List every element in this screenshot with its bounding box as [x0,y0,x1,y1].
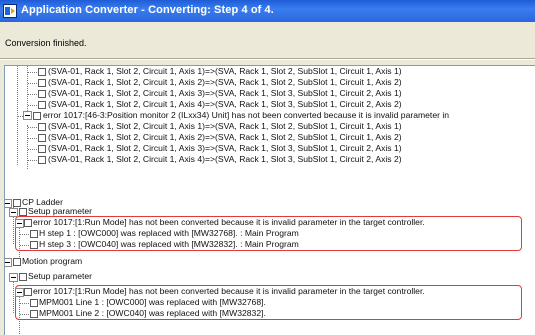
tree-row[interactable]: Setup parameter [5,206,535,217]
tree-item-label: error 1017:[46-3:Position monitor 2 (ILx… [43,110,450,120]
tree-row[interactable]: H step 3 : [OWC040] was replaced with [M… [5,239,535,250]
collapse-toggle-icon[interactable] [5,258,12,267]
collapse-toggle-icon[interactable] [15,219,24,228]
tree-item-label: (SVA-01, Rack 1, Slot 2, Circuit 1, Axis… [48,143,402,153]
tree-row[interactable]: H step 1 : [OWC000] was replaced with [M… [5,228,535,239]
tree-item-label: MPM001 Line 2 : [OWC040] was replaced wi… [39,308,266,318]
tree-row[interactable]: (SVA-01, Rack 1, Slot 2, Circuit 1, Axis… [5,99,535,110]
tree-line [28,138,37,139]
tree-row[interactable]: (SVA-01, Rack 1, Slot 2, Circuit 1, Axis… [5,121,535,132]
checkbox[interactable] [33,112,41,120]
tree-row[interactable]: error 1017:[1:Run Mode] has not been con… [5,217,535,228]
tree-item-label: (SVA-01, Rack 1, Slot 2, Circuit 1, Axis… [48,154,402,164]
checkbox[interactable] [38,79,46,87]
app-converter-icon [3,4,17,18]
tree-line [28,72,37,73]
tree-line [28,83,37,84]
tree-row[interactable]: (SVA-01, Rack 1, Slot 2, Circuit 1, Axis… [5,154,535,165]
tree-row[interactable]: (SVA-01, Rack 1, Slot 2, Circuit 1, Axis… [5,66,535,77]
checkbox[interactable] [19,273,27,281]
collapse-toggle-icon[interactable] [15,288,24,297]
tree-item-label: (SVA-01, Rack 1, Slot 2, Circuit 1, Axis… [48,77,402,87]
tree-line [28,149,37,150]
tree-row[interactable]: error 1017:[46-3:Position monitor 2 (ILx… [5,110,535,121]
conversion-log-tree[interactable]: (SVA-01, Rack 1, Slot 2, Circuit 1, Axis… [4,65,535,335]
tree-line [20,234,29,235]
window-title: Application Converter - Converting: Step… [21,4,274,16]
tree-row[interactable]: Setup parameter [5,271,535,282]
checkbox[interactable] [38,123,46,131]
tree-item-label: (SVA-01, Rack 1, Slot 2, Circuit 1, Axis… [48,88,402,98]
checkbox[interactable] [38,145,46,153]
checkbox[interactable] [38,68,46,76]
title-bar[interactable]: Application Converter - Converting: Step… [0,0,535,22]
checkbox[interactable] [24,288,32,296]
tree-item-label: H step 3 : [OWC040] was replaced with [M… [39,239,299,249]
tree-line [28,127,37,128]
tree-line [20,314,29,315]
checkbox[interactable] [19,208,27,216]
checkbox[interactable] [38,134,46,142]
tree-item-label: error 1017:[1:Run Mode] has not been con… [33,217,425,227]
tree-row[interactable]: (SVA-01, Rack 1, Slot 2, Circuit 1, Axis… [5,132,535,143]
tree-row[interactable]: error 1017:[1:Run Mode] has not been con… [5,286,535,297]
tree-line [28,105,37,106]
tree-line [20,245,29,246]
tree-item-label: Setup parameter [28,206,93,216]
tree-item-label: (SVA-01, Rack 1, Slot 2, Circuit 1, Axis… [48,66,402,76]
tree-row[interactable]: MPM001 Line 2 : [OWC040] was replaced wi… [5,308,535,319]
checkbox[interactable] [38,101,46,109]
tree-row[interactable]: (SVA-01, Rack 1, Slot 2, Circuit 1, Axis… [5,77,535,88]
checkbox[interactable] [24,219,32,227]
tree-item-label: (SVA-01, Rack 1, Slot 2, Circuit 1, Axis… [48,132,402,142]
checkbox[interactable] [38,90,46,98]
tree-row[interactable]: Motion program [5,256,535,267]
tree-line [28,160,37,161]
tree-row[interactable]: (SVA-01, Rack 1, Slot 2, Circuit 1, Axis… [5,143,535,154]
tree-row[interactable]: MPM001 Line 1 : [OWC000] was replaced wi… [5,297,535,308]
checkbox[interactable] [30,230,38,238]
tree-item-label: (SVA-01, Rack 1, Slot 2, Circuit 1, Axis… [48,99,402,109]
tree-item-label: Setup parameter [28,271,93,281]
tree-item-label: H step 1 : [OWC000] was replaced with [M… [39,228,299,238]
checkbox[interactable] [30,310,38,318]
tree-item-label: (SVA-01, Rack 1, Slot 2, Circuit 1, Axis… [48,121,402,131]
divider [0,58,535,60]
collapse-toggle-icon[interactable] [23,111,32,120]
checkbox[interactable] [30,299,38,307]
checkbox[interactable] [30,241,38,249]
checkbox[interactable] [13,258,21,266]
tree-item-label: MPM001 Line 1 : [OWC000] was replaced wi… [39,297,266,307]
collapse-toggle-icon[interactable] [9,208,18,217]
collapse-toggle-icon[interactable] [9,273,18,282]
status-message: Conversion finished. [5,38,87,48]
tree-item-label: Motion program [22,256,83,266]
tree-line [28,94,37,95]
tree-line [20,303,29,304]
tree-item-label: error 1017:[1:Run Mode] has not been con… [33,286,425,296]
checkbox[interactable] [38,156,46,164]
tree-row[interactable]: (SVA-01, Rack 1, Slot 2, Circuit 1, Axis… [5,88,535,99]
